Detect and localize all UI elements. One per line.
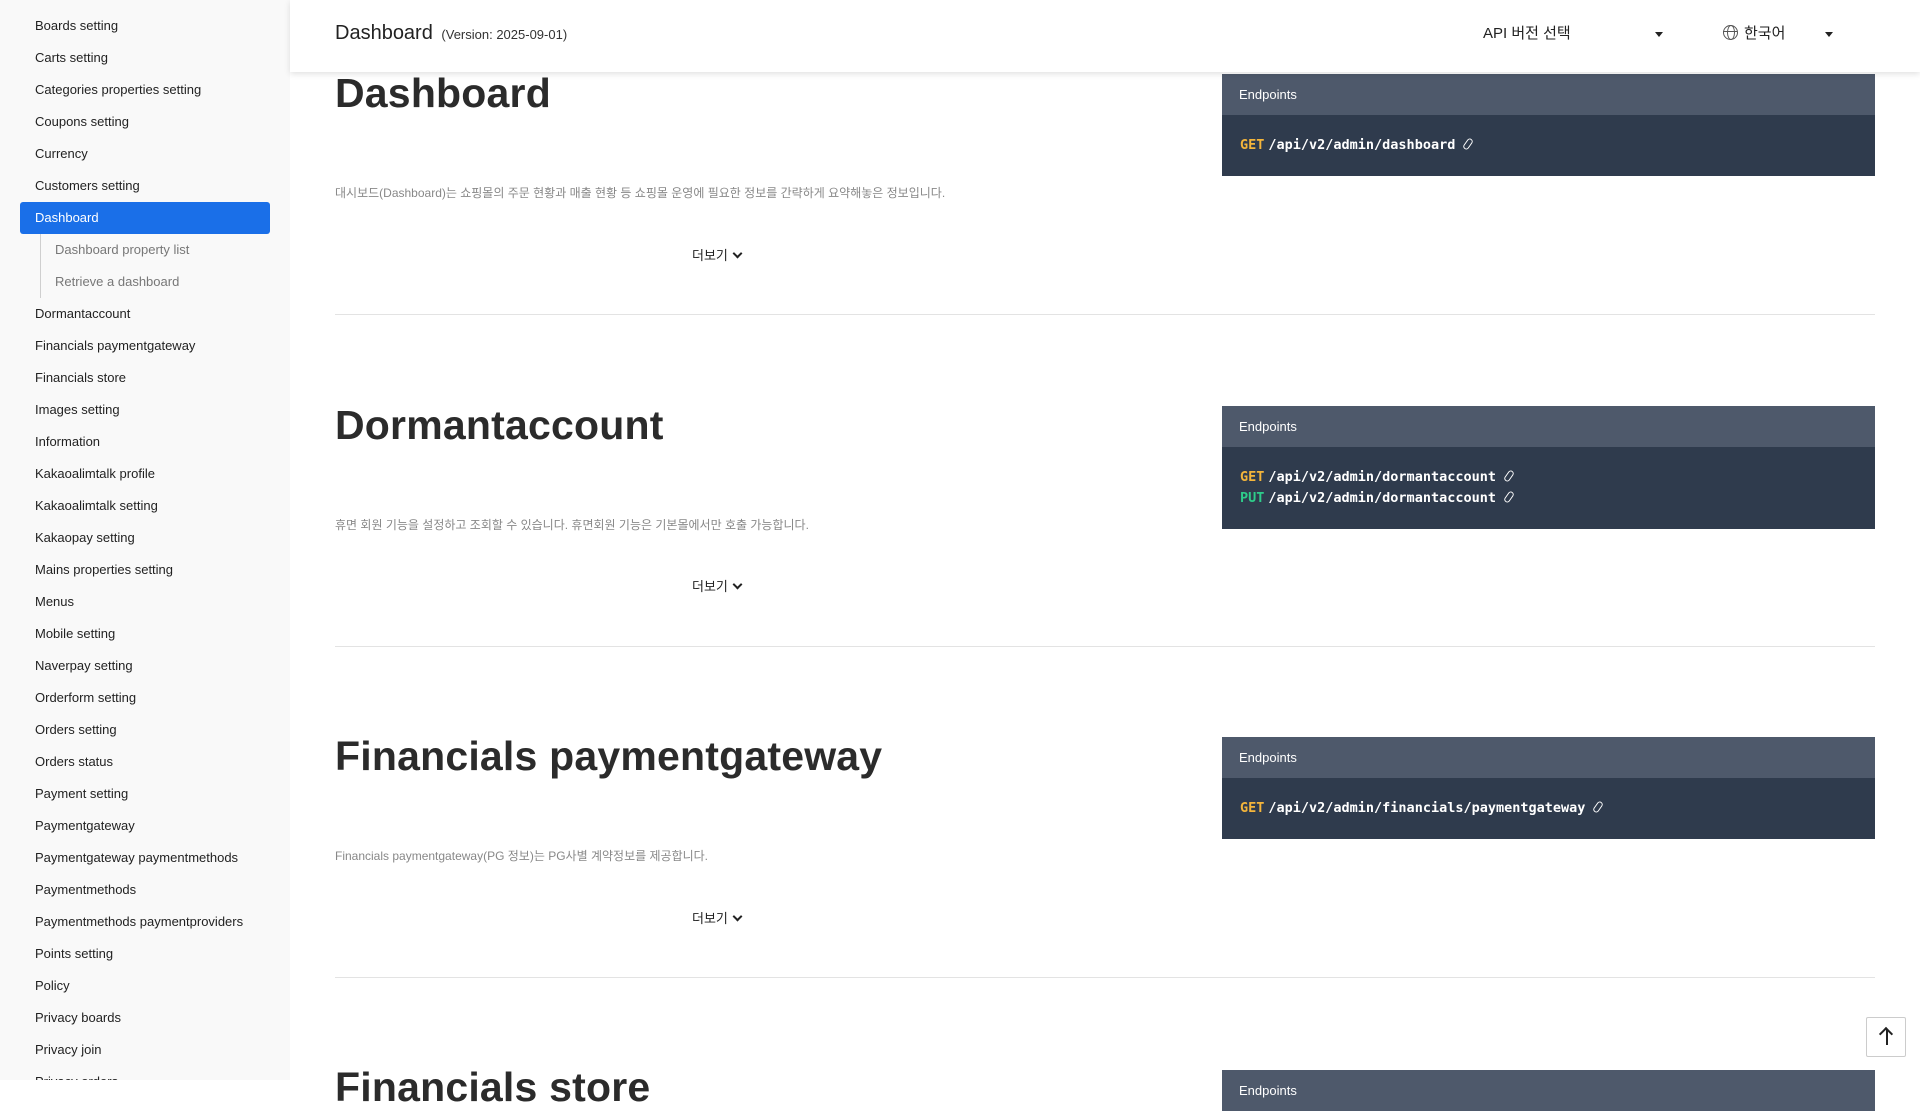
sidebar-item-payment-setting[interactable]: Payment setting <box>20 778 270 810</box>
sidebar-item-categories-properties-setting[interactable]: Categories properties setting <box>20 74 270 106</box>
link-icon[interactable] <box>1462 137 1475 151</box>
more-button-label: 더보기 <box>692 248 728 263</box>
endpoints-body: GET/api/v2/admin/financials/paymentgatew… <box>1222 778 1875 839</box>
chevron-down-icon <box>732 911 743 922</box>
sidebar-item-policy[interactable]: Policy <box>20 970 270 1002</box>
more-button[interactable]: 더보기 <box>692 245 743 264</box>
sidebar-subitem-dashboard-property-list[interactable]: Dashboard property list <box>40 234 270 266</box>
top-header: Dashboard (Version: 2025-09-01) API 버전 선… <box>290 0 1920 72</box>
more-button[interactable]: 더보기 <box>692 908 743 927</box>
sidebar-item-naverpay-setting[interactable]: Naverpay setting <box>20 650 270 682</box>
endpoint-row: GET/api/v2/admin/dashboard <box>1240 135 1857 156</box>
api-version-select[interactable]: API 버전 선택 <box>1483 22 1663 48</box>
endpoints-panel: Endpoints GET/api/v2/admin/dashboard <box>1222 74 1875 176</box>
endpoints-header: Endpoints <box>1222 1070 1875 1111</box>
sidebar-item-orderform-setting[interactable]: Orderform setting <box>20 682 270 714</box>
sidebar-item-privacy-join[interactable]: Privacy join <box>20 1034 270 1066</box>
sidebar-list: Boards setting Carts setting Categories … <box>0 0 290 1080</box>
sidebar-item-dashboard[interactable]: Dashboard <box>20 202 270 234</box>
section-title: Dashboard <box>335 70 551 116</box>
sidebar-item-kakaoalimtalk-setting[interactable]: Kakaoalimtalk setting <box>20 490 270 522</box>
section-title: Financials store <box>335 1064 651 1110</box>
endpoint-method: GET <box>1240 137 1265 153</box>
more-button-label: 더보기 <box>692 911 728 926</box>
sidebar-item-paymentmethods[interactable]: Paymentmethods <box>20 874 270 906</box>
sidebar-item-mobile-setting[interactable]: Mobile setting <box>20 618 270 650</box>
sidebar-item-points-setting[interactable]: Points setting <box>20 938 270 970</box>
endpoint-method: GET <box>1240 800 1265 816</box>
sidebar-item-customers-setting[interactable]: Customers setting <box>20 170 270 202</box>
section-divider <box>335 314 1875 315</box>
sidebar-item-paymentgateway[interactable]: Paymentgateway <box>20 810 270 842</box>
sidebar-item-kakaoalimtalk-profile[interactable]: Kakaoalimtalk profile <box>20 458 270 490</box>
section-title: Financials paymentgateway <box>335 733 883 779</box>
globe-icon <box>1723 25 1738 40</box>
section-description: 대시보드(Dashboard)는 쇼핑몰의 주문 현황과 매출 현황 등 쇼핑몰… <box>335 186 946 200</box>
sidebar-item-dormantaccount[interactable]: Dormantaccount <box>20 298 270 330</box>
caret-down-icon <box>1655 32 1663 37</box>
version-label: (Version: 2025-09-01) <box>441 27 568 42</box>
sidebar-item-financials-paymentgateway[interactable]: Financials paymentgateway <box>20 330 270 362</box>
endpoint-path-link[interactable]: /api/v2/admin/dormantaccount <box>1268 469 1496 485</box>
sidebar-subitem-retrieve-a-dashboard[interactable]: Retrieve a dashboard <box>40 266 270 298</box>
endpoints-body: GET/api/v2/admin/dashboard <box>1222 115 1875 176</box>
endpoints-body: GET/api/v2/admin/dormantaccount PUT/api/… <box>1222 447 1875 529</box>
sidebar-item-orders-setting[interactable]: Orders setting <box>20 714 270 746</box>
sidebar-item-paymentgateway-paymentmethods[interactable]: Paymentgateway paymentmethods <box>20 842 270 874</box>
section-divider <box>335 646 1875 647</box>
endpoint-row: PUT/api/v2/admin/dormantaccount <box>1240 488 1857 509</box>
sidebar-item-paymentmethods-paymentproviders[interactable]: Paymentmethods paymentproviders <box>20 906 270 938</box>
section-description: Financials paymentgateway(PG 정보)는 PG사별 계… <box>335 849 709 863</box>
sidebar-item-currency[interactable]: Currency <box>20 138 270 170</box>
sidebar-item-coupons-setting[interactable]: Coupons setting <box>20 106 270 138</box>
sidebar-item-information[interactable]: Information <box>20 426 270 458</box>
endpoint-method: PUT <box>1240 490 1265 506</box>
caret-down-icon <box>1825 32 1833 37</box>
scroll-to-top-button[interactable] <box>1866 1017 1906 1057</box>
sidebar-item-orders-status[interactable]: Orders status <box>20 746 270 778</box>
sidebar-item-privacy-boards[interactable]: Privacy boards <box>20 1002 270 1034</box>
endpoint-path-link[interactable]: /api/v2/admin/dormantaccount <box>1268 490 1496 506</box>
sidebar-item-privacy-orders[interactable]: Privacy orders <box>20 1066 270 1080</box>
sidebar-item-kakaopay-setting[interactable]: Kakaopay setting <box>20 522 270 554</box>
chevron-down-icon <box>732 248 743 259</box>
arrow-up-icon <box>1886 1029 1888 1045</box>
endpoints-panel: Endpoints GET/api/v2/admin/dormantaccoun… <box>1222 406 1875 529</box>
section-title: Dormantaccount <box>335 402 664 448</box>
link-icon[interactable] <box>1592 800 1605 814</box>
language-select[interactable]: 한국어 <box>1723 22 1833 48</box>
sidebar-item-menus[interactable]: Menus <box>20 586 270 618</box>
page-title-text: Dashboard <box>335 22 433 44</box>
sidebar-item-images-setting[interactable]: Images setting <box>20 394 270 426</box>
chevron-down-icon <box>732 579 743 590</box>
page-title: Dashboard (Version: 2025-09-01) <box>335 22 567 45</box>
endpoints-header: Endpoints <box>1222 406 1875 447</box>
endpoint-path-link[interactable]: /api/v2/admin/financials/paymentgateway <box>1268 800 1585 816</box>
endpoint-row: GET/api/v2/admin/financials/paymentgatew… <box>1240 798 1857 819</box>
endpoints-panel: Endpoints GET/api/v2/admin/financials/pa… <box>1222 737 1875 839</box>
sidebar-nav: Boards setting Carts setting Categories … <box>0 0 290 1080</box>
section-description: 휴면 회원 기능을 설정하고 조회할 수 있습니다. 휴면회원 기능은 기본몰에… <box>335 518 809 532</box>
endpoint-row: GET/api/v2/admin/dormantaccount <box>1240 467 1857 488</box>
sidebar-item-boards-setting[interactable]: Boards setting <box>20 10 270 42</box>
sidebar-item-financials-store[interactable]: Financials store <box>20 362 270 394</box>
main-content: Dashboard 대시보드(Dashboard)는 쇼핑몰의 주문 현황과 매… <box>335 0 1875 1111</box>
endpoint-method: GET <box>1240 469 1265 485</box>
sidebar-item-carts-setting[interactable]: Carts setting <box>20 42 270 74</box>
endpoint-path-link[interactable]: /api/v2/admin/dashboard <box>1268 137 1455 153</box>
sidebar-item-mains-properties-setting[interactable]: Mains properties setting <box>20 554 270 586</box>
link-icon[interactable] <box>1503 490 1515 504</box>
endpoints-panel: Endpoints <box>1222 1070 1875 1111</box>
endpoints-header: Endpoints <box>1222 737 1875 778</box>
api-version-select-label: API 버전 선택 <box>1483 25 1571 42</box>
more-button[interactable]: 더보기 <box>692 576 743 595</box>
language-select-label: 한국어 <box>1744 25 1786 42</box>
more-button-label: 더보기 <box>692 579 728 594</box>
section-divider <box>335 977 1875 978</box>
endpoints-header: Endpoints <box>1222 74 1875 115</box>
link-icon[interactable] <box>1503 469 1515 483</box>
